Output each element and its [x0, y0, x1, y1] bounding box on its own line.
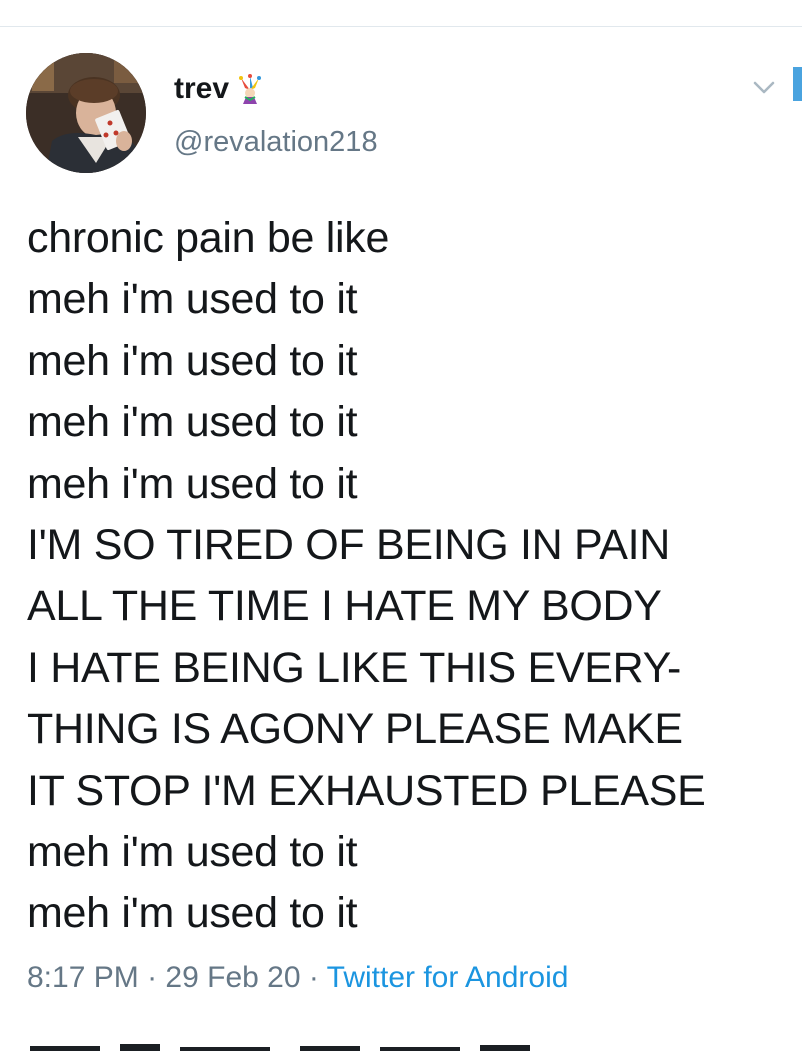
tweet-line: meh i'm used to it — [27, 398, 358, 447]
display-name-text[interactable]: trev — [174, 72, 229, 106]
tweet-line: meh i'm used to it — [27, 889, 358, 938]
tweet-line: meh i'm used to it — [27, 275, 358, 324]
meta-separator: · — [308, 961, 319, 994]
author-handle[interactable]: @revalation218 — [174, 125, 378, 159]
tweet-meta: 8:17 PM · 29 Feb 20 · Twitter for Androi… — [27, 960, 568, 996]
jester-emoji-icon — [235, 74, 265, 104]
tweet-time[interactable]: 8:17 PM — [27, 961, 139, 994]
tweet-line: I'M SO TIRED OF BEING IN PAIN — [27, 521, 670, 570]
tweet-line: I HATE BEING LIKE THIS EVERY- — [27, 643, 682, 692]
chevron-down-icon[interactable] — [750, 73, 778, 101]
tweet-line: meh i'm used to it — [27, 336, 358, 385]
follow-button-edge[interactable] — [793, 67, 802, 101]
cropped-next-row — [20, 1040, 780, 1051]
tweet-source-link[interactable]: Twitter for Android — [327, 961, 569, 994]
tweet-date[interactable]: 29 Feb 20 — [165, 961, 300, 994]
author-display-name[interactable]: trev — [174, 72, 265, 106]
tweet-line: chronic pain be like — [27, 214, 390, 262]
tweet-text: chronic pain be like meh i'm used to it … — [27, 208, 797, 945]
tweet-line: meh i'm used to it — [27, 459, 358, 508]
profile-avatar-image — [26, 53, 146, 173]
avatar[interactable] — [26, 53, 146, 173]
tweet-line: IT STOP I'M EXHAUSTED PLEASE — [27, 766, 706, 815]
tweet-card: trev @revalation218 chronic pain be like… — [0, 27, 802, 1051]
tweet-line: THING IS AGONY PLEASE MAKE — [27, 705, 683, 754]
meta-separator: · — [147, 961, 158, 994]
tweet-line: meh i'm used to it — [27, 828, 358, 877]
tweet-line: ALL THE TIME I HATE MY BODY — [27, 582, 662, 631]
